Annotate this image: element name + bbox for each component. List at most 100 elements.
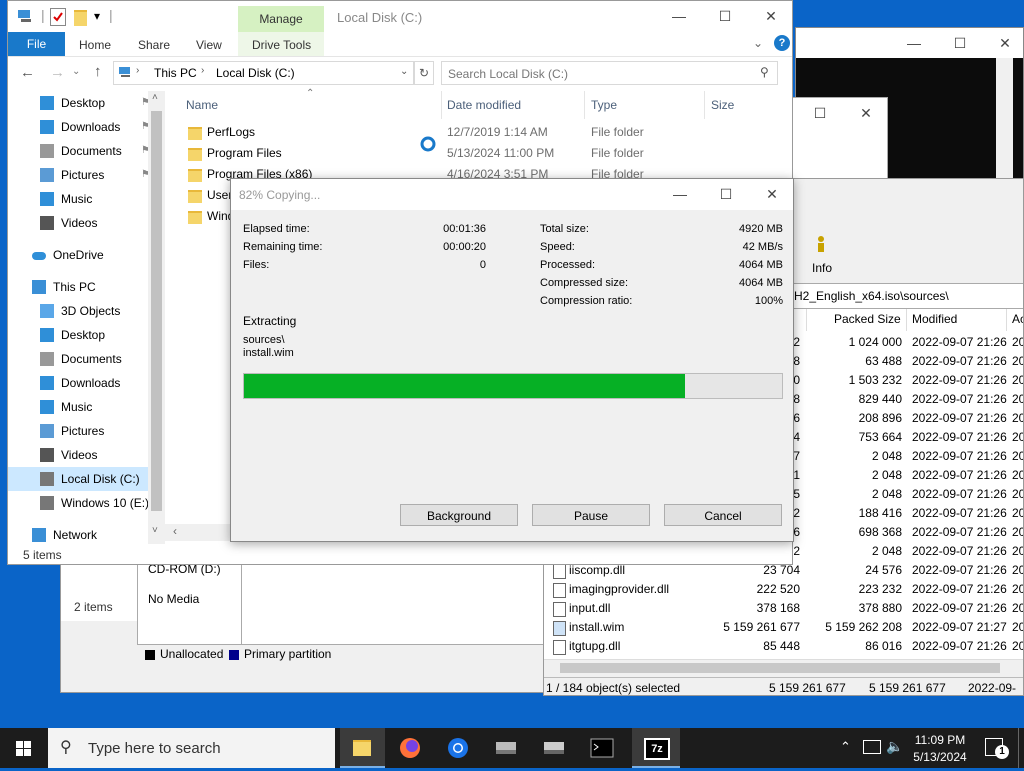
nav-item-documents[interactable]: Documents	[8, 347, 158, 371]
up-arrow-icon[interactable]: ↑	[94, 63, 102, 80]
col-size[interactable]: Size	[711, 98, 734, 112]
nav-item-local-disk[interactable]: Local Disk (C:)	[8, 467, 158, 491]
nav-item-videos[interactable]: Videos	[8, 211, 158, 235]
nav-scroll-thumb[interactable]	[151, 111, 162, 511]
copy-progress-dialog[interactable]: 82% Copying... — ☐ ✕ Elapsed time: 00:01:…	[230, 178, 794, 542]
maximize-icon[interactable]: ☐	[937, 28, 983, 58]
new-folder-icon[interactable]	[74, 10, 87, 26]
back-arrow-icon[interactable]: ←	[20, 64, 35, 81]
refresh-icon[interactable]: ↻	[414, 61, 434, 85]
volume-muted-icon[interactable]: 🔈	[886, 738, 903, 755]
col-date-modified[interactable]: Date modified	[447, 98, 521, 112]
attributes: 20	[1012, 430, 1023, 444]
sevenzip-hscrollbar[interactable]	[544, 659, 1023, 676]
file-explorer-taskbar-icon[interactable]	[340, 728, 385, 768]
tab-share[interactable]: Share	[138, 38, 170, 52]
close-icon[interactable]: ✕	[749, 179, 793, 209]
nav-item-pictures[interactable]: Pictures ⚑	[8, 163, 158, 187]
file-row[interactable]: Program Files 5/13/2024 11:00 PM File fold…	[165, 143, 792, 164]
cdrom-label-box[interactable]: CD-ROM (D:) No Media	[137, 559, 243, 645]
nav-item-onedrive[interactable]: OneDrive	[8, 243, 158, 267]
copy-dialog-titlebar[interactable]: 82% Copying... — ☐ ✕	[231, 179, 793, 210]
col-attributes[interactable]: Ac	[1012, 312, 1023, 326]
show-hidden-icons[interactable]: ⌃	[840, 739, 851, 755]
breadcrumb-local-disk[interactable]: Local Disk (C:)	[216, 66, 295, 80]
tab-home[interactable]: Home	[79, 38, 111, 52]
archive-row[interactable]: itgtupg.dll 85 448 86 016 2022-09-07 21:26 2…	[544, 637, 1023, 656]
nav-item-downloads[interactable]: Downloads ⚑	[8, 115, 158, 139]
explorer-titlebar[interactable]: | ▾ | Manage Local Disk (C:) — ☐ ✕	[8, 1, 792, 32]
info-toolbar-label[interactable]: Info	[812, 261, 832, 275]
archive-row[interactable]: input.dll 378 168 378 880 2022-09-07 21:26 2…	[544, 599, 1023, 618]
sevenzip-taskbar-icon[interactable]: 7z	[632, 728, 680, 768]
nav-item-3d-objects[interactable]: 3D Objects	[8, 299, 158, 323]
nav-item-videos[interactable]: Videos	[8, 443, 158, 467]
col-packed-size[interactable]: Packed Size	[834, 312, 901, 326]
minimize-icon[interactable]: —	[656, 1, 702, 31]
network-icon[interactable]	[863, 740, 881, 754]
maximize-icon[interactable]: ☐	[797, 98, 843, 128]
clock-time[interactable]: 11:09 PM	[910, 733, 970, 747]
maximize-icon[interactable]: ☐	[703, 179, 749, 209]
customize-toolbar-icon[interactable]: ▾	[94, 9, 100, 23]
file-hscrollbar[interactable]: ‹	[165, 524, 235, 541]
chrome-icon[interactable]	[436, 728, 481, 768]
clock-date[interactable]: 5/13/2024	[910, 750, 970, 764]
nav-item-drive[interactable]: Windows 10 (E:)	[8, 491, 158, 515]
hscroll-thumb[interactable]	[560, 663, 1000, 673]
expand-ribbon-icon[interactable]: ⌄	[753, 36, 763, 50]
nav-item-music[interactable]: Music	[8, 187, 158, 211]
manage-context-tab[interactable]: Manage	[238, 6, 324, 32]
forward-arrow-icon[interactable]: →	[50, 64, 65, 81]
nav-item-pictures[interactable]: Pictures	[8, 419, 158, 443]
firefox-icon[interactable]	[388, 728, 433, 768]
tab-view[interactable]: View	[196, 38, 222, 52]
nav-item-music[interactable]: Music	[8, 395, 158, 419]
nav-scrollbar[interactable]: ˄ ˅	[148, 91, 165, 544]
cancel-button[interactable]: Cancel	[664, 504, 782, 526]
col-type[interactable]: Type	[591, 98, 617, 112]
background-dialog[interactable]: ☐ ✕	[790, 97, 888, 182]
tab-file[interactable]: File	[8, 32, 65, 56]
col-modified[interactable]: Modified	[912, 312, 957, 326]
recent-locations-icon[interactable]: ⌄	[72, 66, 80, 77]
minimize-icon[interactable]: —	[657, 179, 703, 209]
nav-item-downloads[interactable]: Downloads	[8, 371, 158, 395]
search-icon[interactable]: ⚲	[760, 65, 769, 79]
nav-item-label: Music	[61, 192, 93, 206]
console-titlebar[interactable]: — ☐ ✕	[796, 28, 1023, 58]
info-icon[interactable]	[812, 235, 830, 253]
desktop-icon	[40, 96, 54, 110]
show-desktop-button[interactable]	[1018, 728, 1024, 768]
search-box[interactable]: Search Local Disk (C:) ⚲	[441, 61, 778, 85]
sevenzip-path-bar[interactable]: H2_English_x64.iso\sources\	[789, 283, 1023, 309]
col-name[interactable]: Name	[186, 98, 218, 112]
file-row[interactable]: PerfLogs 12/7/2019 1:14 AM File folder	[165, 122, 792, 143]
maximize-icon[interactable]: ☐	[702, 1, 748, 31]
taskbar-search-box[interactable]: ⚲ Type here to search	[48, 728, 335, 768]
breadcrumb-this-pc[interactable]: This PC	[154, 66, 197, 80]
pause-button[interactable]: Pause	[532, 504, 650, 526]
navigation-pane[interactable]: Desktop ⚑ Downloads ⚑ Documents ⚑ Pictures ⚑ Mus…	[8, 91, 165, 544]
minimize-icon[interactable]: —	[891, 28, 937, 58]
address-bar[interactable]: › This PC › Local Disk (C:) ⌄	[113, 61, 414, 85]
cdrom-volume-box[interactable]	[241, 559, 547, 645]
properties-icon[interactable]	[50, 8, 66, 26]
help-icon[interactable]: ?	[774, 35, 790, 51]
drive-tool-icon[interactable]	[532, 728, 577, 768]
start-button[interactable]	[0, 728, 48, 768]
nav-item-documents[interactable]: Documents ⚑	[8, 139, 158, 163]
nav-item-this-pc[interactable]: This PC	[8, 275, 158, 299]
close-icon[interactable]: ✕	[843, 98, 887, 128]
background-button[interactable]: Background	[400, 504, 518, 526]
close-icon[interactable]: ✕	[748, 1, 792, 31]
address-dropdown-icon[interactable]: ⌄	[400, 66, 408, 77]
nav-item-desktop[interactable]: Desktop ⚑	[8, 91, 158, 115]
archive-row[interactable]: install.wim 5 159 261 677 5 159 262 208 202…	[544, 618, 1023, 637]
tab-drive-tools[interactable]: Drive Tools	[252, 38, 311, 52]
disk-management-icon[interactable]	[484, 728, 529, 768]
command-prompt-icon[interactable]	[580, 728, 625, 768]
archive-row[interactable]: imagingprovider.dll 222 520 223 232 2022-09…	[544, 580, 1023, 599]
close-icon[interactable]: ✕	[982, 28, 1023, 58]
nav-item-desktop[interactable]: Desktop	[8, 323, 158, 347]
